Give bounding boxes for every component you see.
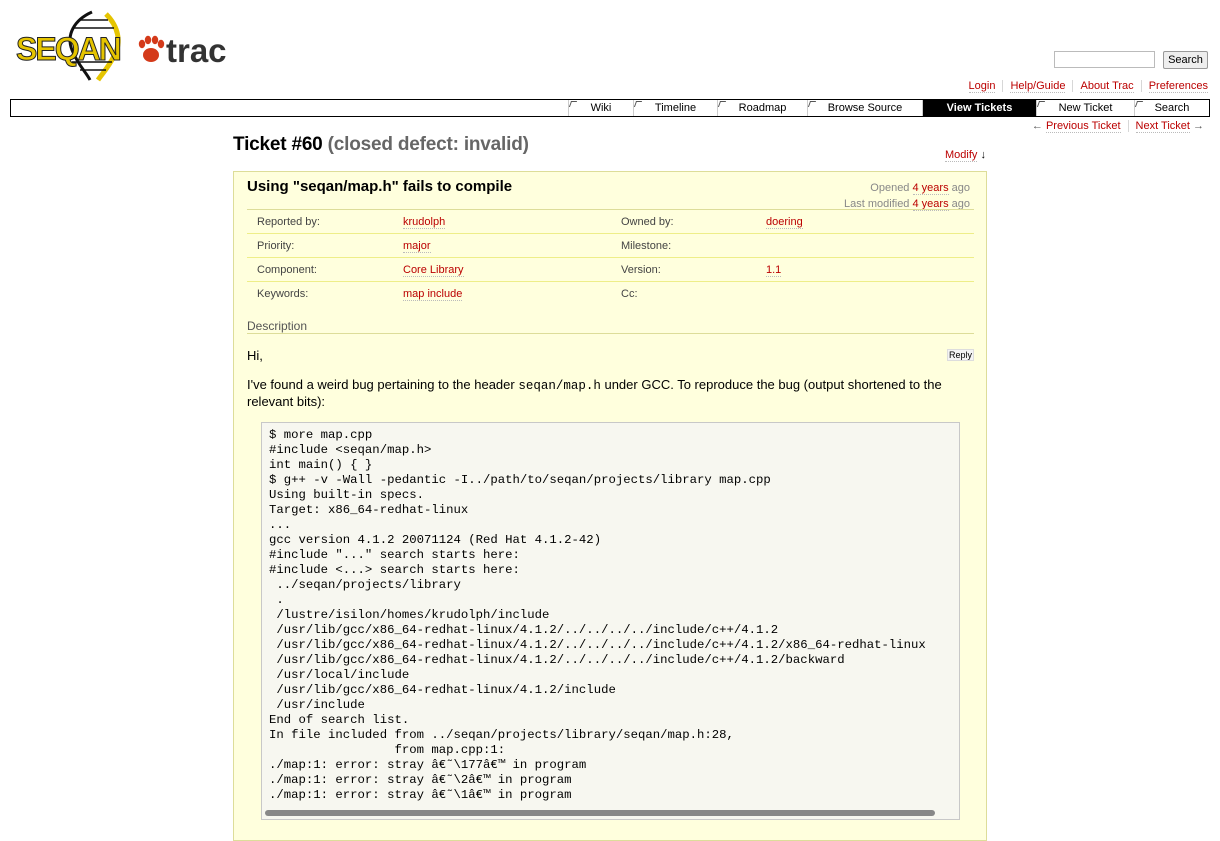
ticket-properties: Reported by: krudolph Owned by: doering … bbox=[247, 209, 974, 305]
nav-tab-browse-source[interactable]: Browse Source bbox=[807, 100, 922, 116]
ticket-summary: Using "seqan/map.h" fails to compile bbox=[247, 178, 513, 195]
search-input[interactable] bbox=[1054, 51, 1155, 68]
ticket-status: (closed defect: invalid) bbox=[327, 134, 529, 155]
opened-label: Opened bbox=[870, 182, 910, 194]
ticket-heading: Ticket #60 (closed defect: invalid) bbox=[233, 134, 529, 156]
horizontal-scrollbar[interactable] bbox=[265, 810, 935, 816]
left-arrow-icon: ← bbox=[1031, 120, 1043, 132]
priority-label: Priority: bbox=[257, 240, 295, 252]
nav-tab-view-tickets[interactable]: View Tickets bbox=[922, 100, 1036, 116]
code-line: /usr/lib/gcc/x86_64-redhat-linux/4.1.2/.… bbox=[276, 638, 926, 652]
opened-suffix: ago bbox=[951, 182, 970, 194]
ticket-number: Ticket #60 bbox=[233, 134, 323, 155]
prop-row: Component: Core Library Version: 1.1 bbox=[247, 258, 974, 282]
component-value[interactable]: Core Library bbox=[403, 264, 464, 277]
priority-value[interactable]: major bbox=[403, 240, 431, 253]
version-label: Version: bbox=[621, 264, 661, 276]
code-line: /usr/lib/gcc/x86_64-redhat-linux/4.1.2/.… bbox=[276, 653, 845, 667]
search-button[interactable]: Search bbox=[1163, 51, 1208, 69]
code-line: /usr/local/include bbox=[276, 668, 410, 682]
ticket-box: Using "seqan/map.h" fails to compile Ope… bbox=[233, 171, 987, 841]
code-line: int main() { } bbox=[269, 458, 373, 472]
nav-tab-timeline[interactable]: Timeline bbox=[633, 100, 717, 116]
code-line: #include "..." search starts here: bbox=[269, 548, 520, 562]
seqan-trac-logo[interactable]: SEQAN trac bbox=[14, 10, 229, 82]
para-text-before: I've found a weird bug pertaining to the… bbox=[247, 377, 519, 392]
description-heading: Description bbox=[247, 319, 308, 333]
prop-row: Priority: major Milestone: bbox=[247, 234, 974, 258]
modify-link-wrapper: Modify ↓ bbox=[945, 149, 986, 162]
code-line: ../seqan/projects/library bbox=[276, 578, 461, 592]
ticket-context-nav: ← Previous Ticket Next Ticket → bbox=[1025, 120, 1204, 133]
prop-row: Keywords: map include Cc: bbox=[247, 282, 974, 305]
previous-ticket-link[interactable]: Previous Ticket bbox=[1045, 120, 1121, 133]
component-label: Component: bbox=[257, 264, 317, 276]
ticket-dates: Opened 4 years ago Last modified 4 years… bbox=[844, 180, 970, 212]
code-line: from map.cpp:1: bbox=[394, 743, 506, 757]
code-line: #include <...> search starts here: bbox=[269, 563, 520, 577]
keywords-label: Keywords: bbox=[257, 288, 309, 300]
modify-link[interactable]: Modify bbox=[945, 149, 978, 162]
nav-tab-wiki[interactable]: Wiki bbox=[568, 100, 633, 116]
reported-by-label: Reported by: bbox=[257, 216, 320, 228]
main-nav: Wiki Timeline Roadmap Browse Source View… bbox=[10, 99, 1210, 117]
description-greeting: Hi, bbox=[247, 348, 263, 363]
login-link[interactable]: Login bbox=[968, 80, 996, 93]
code-line: /usr/include bbox=[276, 698, 365, 712]
code-line: End of search list. bbox=[269, 713, 410, 727]
reply-button[interactable]: Reply bbox=[947, 349, 975, 361]
para-code: seqan/map.h bbox=[518, 379, 601, 393]
code-line: Using built-in specs. bbox=[269, 488, 424, 502]
keywords-value[interactable]: map include bbox=[403, 288, 463, 301]
code-line: #include <seqan/map.h> bbox=[269, 443, 432, 457]
logo-product-text: trac bbox=[166, 32, 227, 69]
code-line: $ g++ -v -Wall -pedantic -I../path/to/se… bbox=[269, 473, 771, 487]
milestone-label: Milestone: bbox=[621, 240, 672, 252]
nav-tab-search[interactable]: Search bbox=[1134, 100, 1209, 116]
code-block[interactable]: $ more map.cpp #include <seqan/map.h> in… bbox=[261, 422, 960, 820]
help-guide-link[interactable]: Help/Guide bbox=[1010, 80, 1066, 93]
paw-icon bbox=[138, 35, 165, 62]
meta-nav: Login Help/Guide About Trac Preferences bbox=[962, 80, 1208, 93]
version-value[interactable]: 1.1 bbox=[766, 264, 782, 277]
logo-graphic: SEQAN trac bbox=[16, 10, 227, 82]
opened-time-link[interactable]: 4 years bbox=[912, 182, 949, 195]
code-line: . bbox=[276, 593, 284, 607]
code-line: /usr/lib/gcc/x86_64-redhat-linux/4.1.2/i… bbox=[276, 683, 616, 697]
preferences-link[interactable]: Preferences bbox=[1148, 80, 1208, 93]
owned-by-value[interactable]: doering bbox=[766, 216, 803, 229]
prop-row: Reported by: krudolph Owned by: doering bbox=[247, 210, 974, 234]
nav-tab-roadmap[interactable]: Roadmap bbox=[717, 100, 807, 116]
code-line: gcc version 4.1.2 20071124 (Red Hat 4.1.… bbox=[269, 533, 602, 547]
code-line: $ more map.cpp bbox=[269, 428, 373, 442]
next-ticket-link[interactable]: Next Ticket bbox=[1135, 120, 1190, 133]
code-line: ./map:1: error: stray â€˜\2â€™ in progra… bbox=[269, 773, 572, 787]
code-line: ./map:1: error: stray â€˜\177â€™ in prog… bbox=[269, 758, 587, 772]
description-paragraph: I've found a weird bug pertaining to the… bbox=[247, 377, 967, 410]
code-line: /lustre/isilon/homes/krudolph/include bbox=[276, 608, 550, 622]
code-line: /usr/lib/gcc/x86_64-redhat-linux/4.1.2/.… bbox=[276, 623, 779, 637]
code-line: ... bbox=[269, 518, 292, 532]
logo-brand-text: SEQAN bbox=[16, 31, 120, 67]
cc-label: Cc: bbox=[621, 288, 638, 300]
right-arrow-icon: → bbox=[1193, 120, 1204, 132]
code-line: Target: x86_64-redhat-linux bbox=[269, 503, 469, 517]
description-divider bbox=[247, 333, 974, 334]
code-line: In file included from ../seqan/projects/… bbox=[269, 728, 734, 742]
about-trac-link[interactable]: About Trac bbox=[1080, 80, 1134, 93]
down-arrow-icon: ↓ bbox=[980, 149, 986, 161]
code-line: ./map:1: error: stray â€˜\1â€™ in progra… bbox=[269, 788, 572, 802]
owned-by-label: Owned by: bbox=[621, 216, 674, 228]
code-text: $ more map.cpp #include <seqan/map.h> in… bbox=[262, 423, 959, 819]
reported-by-value[interactable]: krudolph bbox=[403, 216, 446, 229]
nav-tab-new-ticket[interactable]: New Ticket bbox=[1036, 100, 1134, 116]
